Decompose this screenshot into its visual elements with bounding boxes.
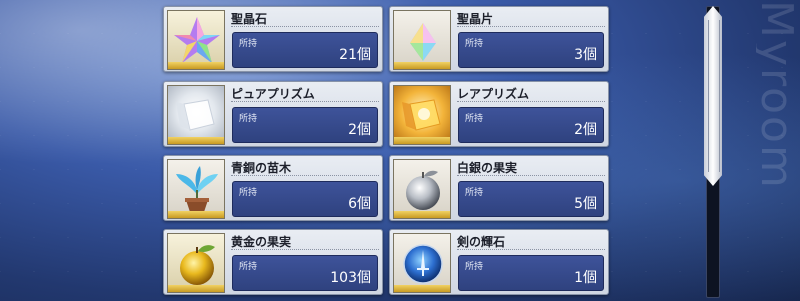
item-name: 聖晶石 <box>231 11 379 27</box>
count-value: 3個 <box>574 47 597 63</box>
rarity-band <box>168 137 224 144</box>
item-name: 聖晶片 <box>457 11 605 27</box>
rarity-band <box>394 285 450 292</box>
item-card-saint-quartz[interactable]: 聖晶石 所持 21個 <box>163 6 383 72</box>
bronze-sapling-icon <box>167 159 225 219</box>
item-card-silver-apple[interactable]: 白銀の果実 所持 5個 <box>389 155 609 221</box>
quartz-fragment-icon <box>393 10 451 70</box>
saint-quartz-icon <box>167 10 225 70</box>
count-box: 所持 1個 <box>458 255 604 291</box>
count-value: 1個 <box>574 270 597 286</box>
count-value: 21個 <box>339 47 371 63</box>
count-box: 所持 5個 <box>458 181 604 217</box>
silver-apple-icon <box>393 159 451 219</box>
rarity-band <box>168 62 224 69</box>
count-box: 所持 3個 <box>458 32 604 68</box>
item-card-golden-apple[interactable]: 黄金の果実 所持 103個 <box>163 229 383 295</box>
item-name: 青銅の苗木 <box>231 160 379 176</box>
count-label: 所持 <box>239 39 258 49</box>
item-name: 黄金の果実 <box>231 234 379 250</box>
count-value: 6個 <box>348 196 371 212</box>
count-value: 2個 <box>574 122 597 138</box>
saber-gem-icon <box>393 233 451 293</box>
item-name: 白銀の果実 <box>457 160 605 176</box>
count-label: 所持 <box>239 262 258 272</box>
rarity-band <box>168 285 224 292</box>
count-label: 所持 <box>239 188 258 198</box>
pure-prism-icon <box>167 85 225 145</box>
item-card-quartz-fragment[interactable]: 聖晶片 所持 3個 <box>389 6 609 72</box>
rarity-band <box>168 211 224 218</box>
count-label: 所持 <box>465 114 484 124</box>
count-label: 所持 <box>465 188 484 198</box>
item-name: 剣の輝石 <box>457 234 605 250</box>
count-label: 所持 <box>239 114 258 124</box>
rarity-band <box>394 137 450 144</box>
item-grid: 聖晶石 所持 21個 聖晶片 所持 3個 ピュアプリズム 所持 2個 レアプリズ… <box>0 0 800 301</box>
count-box: 所持 21個 <box>232 32 378 68</box>
rarity-band <box>394 62 450 69</box>
count-label: 所持 <box>465 262 484 272</box>
item-card-saber-gem[interactable]: 剣の輝石 所持 1個 <box>389 229 609 295</box>
count-value: 103個 <box>330 270 371 286</box>
item-name: レアプリズム <box>457 86 605 102</box>
count-box: 所持 2個 <box>232 107 378 143</box>
count-value: 2個 <box>348 122 371 138</box>
count-box: 所持 2個 <box>458 107 604 143</box>
scrollbar-thumb[interactable] <box>704 6 722 186</box>
rarity-band <box>394 211 450 218</box>
item-card-bronze-sapling[interactable]: 青銅の苗木 所持 6個 <box>163 155 383 221</box>
item-card-pure-prism[interactable]: ピュアプリズム 所持 2個 <box>163 81 383 147</box>
count-value: 5個 <box>574 196 597 212</box>
count-box: 所持 103個 <box>232 255 378 291</box>
golden-apple-icon <box>167 233 225 293</box>
rare-prism-icon <box>393 85 451 145</box>
item-name: ピュアプリズム <box>231 86 379 102</box>
item-card-rare-prism[interactable]: レアプリズム 所持 2個 <box>389 81 609 147</box>
count-label: 所持 <box>465 39 484 49</box>
count-box: 所持 6個 <box>232 181 378 217</box>
